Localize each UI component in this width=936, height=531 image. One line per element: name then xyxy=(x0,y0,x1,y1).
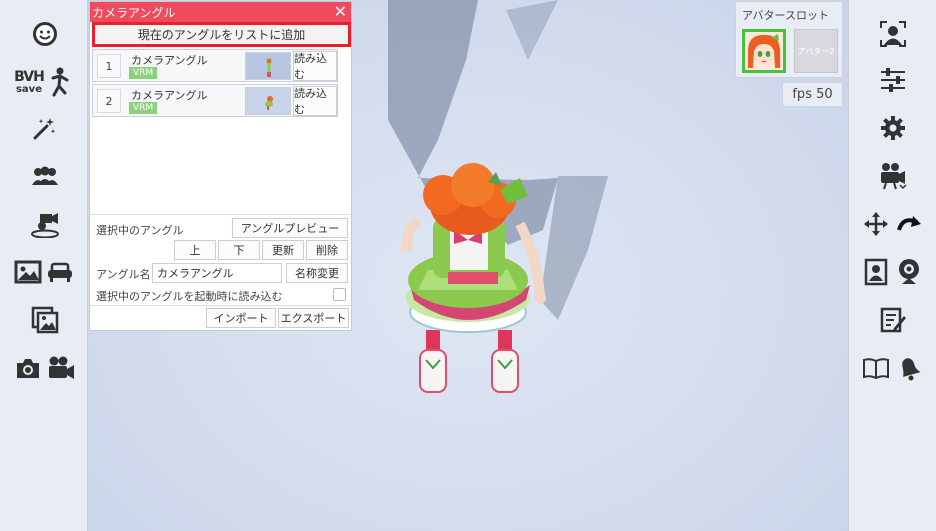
update-button[interactable]: 更新 xyxy=(262,240,304,260)
avatar-slot-panel: アバタースロット アバター2 xyxy=(735,1,843,78)
angle-name-input[interactable] xyxy=(152,263,282,283)
load-angle-button[interactable]: 読み込む xyxy=(293,51,337,81)
avatar-thumbnail xyxy=(745,32,783,70)
face-icon[interactable] xyxy=(27,16,63,52)
load-angle-button[interactable]: 読み込む xyxy=(293,86,337,116)
book-icon[interactable] xyxy=(861,350,891,386)
pose-icon[interactable] xyxy=(46,64,74,100)
left-toolbar: BVH save xyxy=(0,0,88,531)
avatar-character xyxy=(400,163,546,393)
stage-camera-icon[interactable] xyxy=(27,206,63,242)
sofa-icon[interactable] xyxy=(44,254,76,290)
camera-icon[interactable] xyxy=(12,350,44,386)
angle-list-item[interactable]: 1 カメラアングル VRM 読み込む xyxy=(92,49,338,82)
image-icon[interactable] xyxy=(12,254,44,290)
panel-header: カメラアングル ✕ xyxy=(90,2,351,22)
rotate-icon[interactable] xyxy=(893,206,925,242)
import-button[interactable]: インポート xyxy=(206,308,276,328)
magic-wand-icon[interactable] xyxy=(27,110,63,146)
angle-index: 1 xyxy=(97,54,121,78)
portrait-icon[interactable] xyxy=(861,254,891,290)
bvh-save-icon[interactable]: BVH save xyxy=(12,64,46,100)
vrm-badge: VRM xyxy=(129,67,157,79)
gear-icon[interactable] xyxy=(875,110,911,146)
gallery-icon[interactable] xyxy=(27,302,63,338)
avatar-slot-2[interactable]: アバター2 xyxy=(794,29,838,73)
angle-name: カメラアングル xyxy=(131,89,208,102)
move-up-button[interactable]: 上 xyxy=(174,240,216,260)
bell-icon[interactable] xyxy=(893,350,925,386)
delete-button[interactable]: 削除 xyxy=(306,240,348,260)
export-button[interactable]: エクスポート xyxy=(278,308,349,328)
move-down-button[interactable]: 下 xyxy=(218,240,260,260)
angle-index: 2 xyxy=(97,89,121,113)
right-toolbar xyxy=(848,0,936,531)
panel-divider xyxy=(90,305,351,306)
panel-divider xyxy=(90,214,351,215)
selected-angle-label: 選択中のアングル xyxy=(96,224,184,237)
fps-display: fps 50 xyxy=(782,82,843,107)
edit-icon[interactable] xyxy=(875,302,911,338)
angle-name-label: アングル名 xyxy=(96,268,151,281)
movie-camera-icon[interactable] xyxy=(875,158,911,194)
avatar-slot-title: アバタースロット xyxy=(742,9,830,22)
vrm-badge: VRM xyxy=(129,102,157,114)
autoload-checkbox[interactable] xyxy=(333,288,346,301)
panel-title: カメラアングル xyxy=(92,5,176,20)
angle-preview-button[interactable]: アングルプレビュー xyxy=(232,218,348,238)
sliders-icon[interactable] xyxy=(875,62,911,98)
avatar-slot-1[interactable] xyxy=(742,29,786,73)
close-icon[interactable]: ✕ xyxy=(334,4,347,20)
camera-angle-panel: カメラアングル ✕ 現在のアングルをリストに追加 1 カメラアングル VRM 読… xyxy=(89,1,352,331)
webcam-icon[interactable] xyxy=(893,254,925,290)
add-angle-button[interactable]: 現在のアングルをリストに追加 xyxy=(92,22,351,47)
save-text: save xyxy=(15,83,42,95)
group-icon[interactable] xyxy=(27,158,63,194)
move-icon[interactable] xyxy=(861,206,891,242)
autoload-label: 選択中のアングルを起動時に読み込む xyxy=(96,290,283,303)
angle-thumbnail xyxy=(245,87,291,115)
angle-thumbnail xyxy=(245,52,291,80)
video-camera-icon[interactable] xyxy=(44,350,78,386)
angle-list-item[interactable]: 2 カメラアングル VRM 読み込む xyxy=(92,84,338,117)
bvh-text: BVH xyxy=(14,68,45,85)
face-tracking-icon[interactable] xyxy=(875,16,911,52)
angle-name: カメラアングル xyxy=(131,54,208,67)
rename-button[interactable]: 名称変更 xyxy=(286,263,348,283)
